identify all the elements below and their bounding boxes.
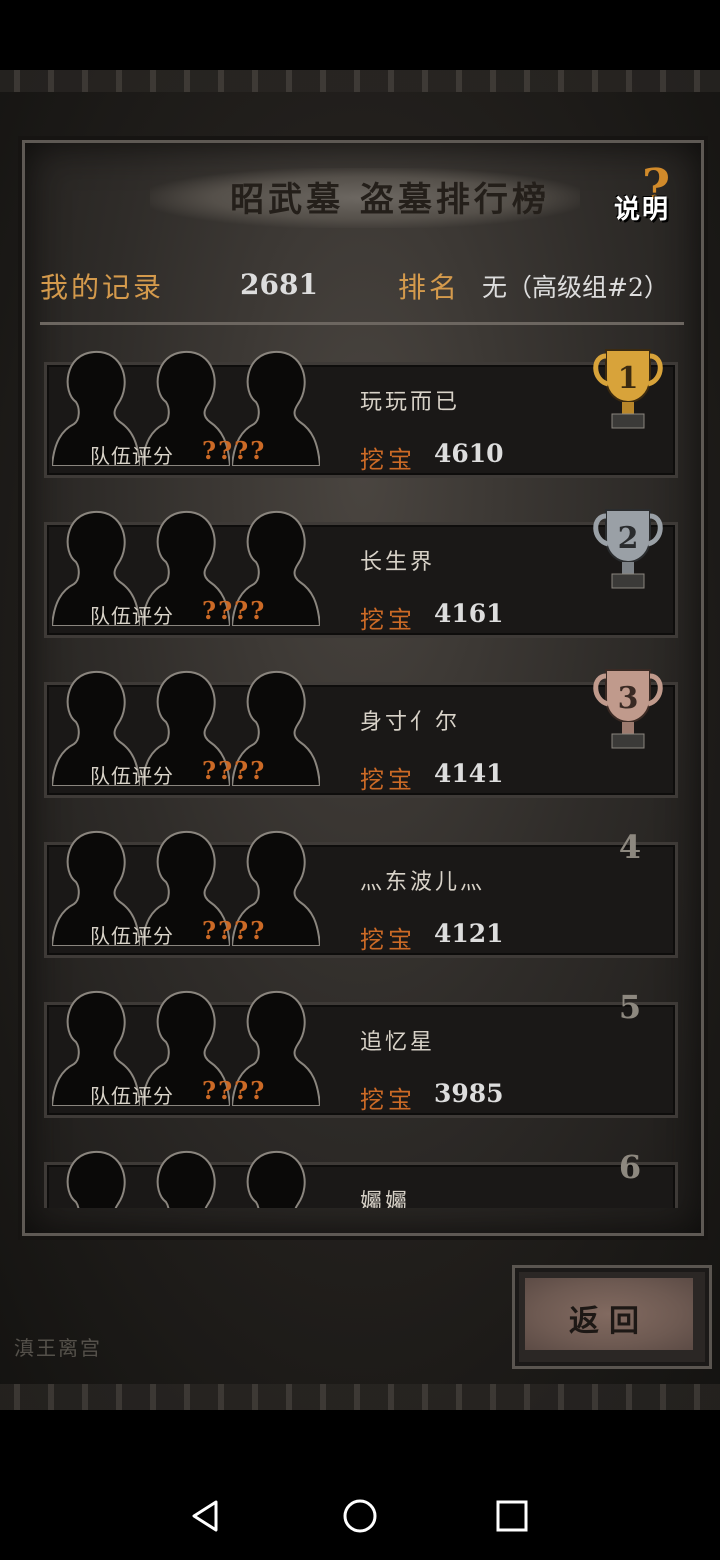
team-score-value: ????	[202, 756, 267, 785]
triangle-back-icon[interactable]	[184, 1494, 228, 1538]
dig-label: 挖宝	[360, 926, 416, 954]
dig-score: 4141	[434, 759, 504, 788]
bronze-trophy-icon: 3	[593, 669, 663, 749]
dig-label: 挖宝	[360, 446, 416, 474]
dig-score: 4161	[434, 599, 504, 628]
rank-number: 5	[618, 988, 642, 1026]
player-name: 灬东波儿灬	[360, 870, 486, 895]
dig-score: 4610	[434, 439, 504, 468]
trophy-rank-number: 1	[618, 361, 639, 396]
help-button[interactable]: ? 说明	[612, 159, 692, 229]
my-record-score: 2681	[240, 268, 318, 301]
team-avatars	[48, 1140, 348, 1208]
avatar-silhouette-icon	[156, 1150, 216, 1208]
divider	[40, 322, 684, 325]
ranking-list[interactable]: 队伍评分 ???? 玩玩而已 挖宝 4610 1 队伍评分 ???? 长生界 挖…	[36, 340, 684, 1208]
ranking-entry-4[interactable]: 队伍评分 ???? 灬东波儿灬 挖宝 4121 4	[40, 820, 678, 958]
dig-label: 挖宝	[360, 1086, 416, 1114]
dig-score: 4121	[434, 919, 504, 948]
team-score-label: 队伍评分	[90, 924, 174, 948]
my-rank-label: 排名	[398, 271, 461, 304]
team-score-label: 队伍评分	[90, 444, 174, 468]
trophy-rank-number: 2	[618, 521, 639, 556]
player-name: 长生界	[360, 550, 436, 575]
team-score-value: ????	[202, 436, 267, 465]
my-record-label: 我的记录	[40, 271, 165, 304]
team-score-value: ????	[202, 596, 267, 625]
page-title: 昭武墓 盗墓排行榜	[230, 180, 550, 220]
ranking-entry-6[interactable]: 孎孎 6	[40, 1140, 678, 1208]
avatar-silhouette-icon	[246, 1150, 306, 1208]
silver-trophy-icon: 2	[593, 509, 663, 589]
system-navigation-bar	[0, 1470, 720, 1560]
my-rank-value: 无（高级组#2）	[482, 273, 669, 302]
player-name: 追忆星	[360, 1030, 436, 1055]
square-recents-icon[interactable]	[490, 1494, 534, 1538]
rank-number: 6	[618, 1148, 642, 1186]
help-label: 说明	[614, 195, 671, 225]
rank-number: 4	[618, 828, 642, 866]
player-name: 身寸亻尔	[360, 710, 461, 735]
team-score-value: ????	[202, 916, 267, 945]
back-button-face: 返回	[525, 1278, 693, 1350]
ranking-entry-3[interactable]: 队伍评分 ???? 身寸亻尔 挖宝 4141 3	[40, 660, 678, 798]
trophy-rank-number: 3	[618, 681, 639, 716]
circle-home-icon[interactable]	[338, 1494, 382, 1538]
team-score-value: ????	[202, 1076, 267, 1105]
dig-label: 挖宝	[360, 606, 416, 634]
team-score-label: 队伍评分	[90, 604, 174, 628]
dig-score: 3985	[434, 1079, 504, 1108]
ranking-entry-1[interactable]: 队伍评分 ???? 玩玩而已 挖宝 4610 1	[40, 340, 678, 478]
player-name: 玩玩而已	[360, 390, 461, 415]
ranking-entry-2[interactable]: 队伍评分 ???? 长生界 挖宝 4161 2	[40, 500, 678, 638]
map-location-label: 滇王离宫	[14, 1336, 102, 1360]
dig-label: 挖宝	[360, 766, 416, 794]
ranking-entry-5[interactable]: 队伍评分 ???? 追忆星 挖宝 3985 5	[40, 980, 678, 1118]
back-button[interactable]: 返回	[512, 1265, 712, 1369]
avatar-silhouette-icon	[66, 1150, 126, 1208]
team-score-label: 队伍评分	[90, 1084, 174, 1108]
gold-trophy-icon: 1	[593, 349, 663, 429]
player-name: 孎孎	[360, 1190, 411, 1208]
back-button-label: 返回	[569, 1304, 649, 1339]
team-score-label: 队伍评分	[90, 764, 174, 788]
